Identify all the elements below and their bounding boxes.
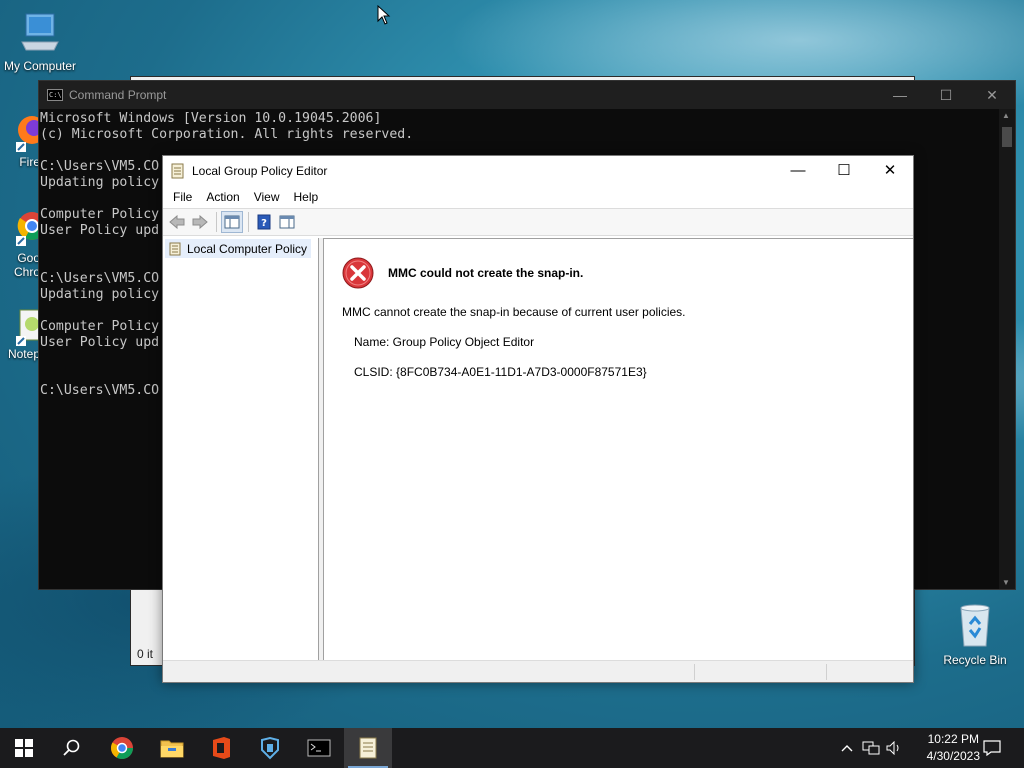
- desktop-icon-recycle-bin[interactable]: Recycle Bin: [935, 602, 1015, 667]
- status-divider: [694, 664, 695, 680]
- taskbar-office[interactable]: [197, 728, 245, 768]
- terminal-icon: [307, 739, 331, 757]
- taskbar-clock[interactable]: 10:22 PM 4/30/2023: [927, 731, 980, 765]
- forward-arrow-icon[interactable]: [189, 211, 211, 233]
- search-button[interactable]: [48, 728, 96, 768]
- cmd-app-icon: C:\: [47, 89, 63, 101]
- desktop-icon-label: My Computer: [3, 59, 77, 73]
- clock-date: 4/30/2023: [926, 749, 980, 763]
- back-arrow-icon[interactable]: [166, 211, 188, 233]
- chrome-icon: [14, 206, 46, 249]
- recycle-bin-icon: [935, 602, 1015, 651]
- error-title: MMC could not create the snap-in.: [388, 266, 584, 280]
- volume-icon[interactable]: [884, 728, 904, 768]
- help-icon[interactable]: ?: [253, 211, 275, 233]
- taskbar: 10:22 PM 4/30/2023: [0, 728, 1024, 768]
- mouse-cursor-icon: [377, 5, 391, 25]
- desktop-icon-my-computer[interactable]: My Computer: [0, 10, 80, 73]
- desktop-icon-firefox[interactable]: Fire: [0, 112, 46, 169]
- notepad-icon: [14, 306, 43, 349]
- snapin-clsid: CLSID: {8FC0B734-A0E1-11D1-A7D3-0000F875…: [354, 365, 647, 379]
- office-icon: [213, 737, 230, 759]
- desktop-icon-label: Notep: [7, 347, 40, 361]
- tree-item-label: Local Computer Policy: [187, 241, 308, 256]
- desktop-icon-label: Recycle Bin: [943, 653, 1007, 667]
- close-button[interactable]: ✕: [969, 81, 1015, 109]
- error-message: MMC cannot create the snap-in because of…: [342, 305, 686, 319]
- maximize-button[interactable]: ☐: [923, 81, 969, 109]
- tree-item-local-computer-policy[interactable]: Local Computer Policy: [165, 239, 312, 258]
- chrome-icon: [111, 737, 133, 759]
- error-icon: [342, 257, 374, 289]
- policy-doc-icon: [359, 737, 377, 759]
- toolbar: ?: [163, 208, 913, 236]
- explorer-status-text: 0 it: [137, 647, 154, 661]
- policy-doc-icon: [171, 163, 184, 179]
- menu-view[interactable]: View: [247, 190, 287, 204]
- cmd-title-text: Command Prompt: [69, 88, 167, 102]
- menu-file[interactable]: File: [166, 190, 199, 204]
- group-policy-editor-window[interactable]: Local Group Policy Editor — ☐ ✕ File Act…: [162, 155, 914, 683]
- policy-doc-icon: [169, 242, 181, 255]
- result-pane: MMC could not create the snap-in. MMC ca…: [323, 238, 913, 660]
- error-header: MMC could not create the snap-in.: [342, 257, 583, 289]
- clock-time: 10:22 PM: [927, 732, 979, 746]
- scroll-up-arrow-icon[interactable]: ▲: [1002, 111, 1010, 120]
- show-hidden-icons-chevron-icon[interactable]: [838, 728, 856, 768]
- search-icon: [63, 739, 80, 756]
- start-button[interactable]: [0, 728, 48, 768]
- cmd-scrollbar[interactable]: ▲ ▼: [999, 109, 1015, 589]
- network-icon[interactable]: [860, 728, 882, 768]
- taskbar-command-prompt[interactable]: [295, 728, 343, 768]
- toolbar-separator: [216, 212, 217, 232]
- maximize-button[interactable]: ☐: [821, 156, 867, 186]
- minimize-button[interactable]: —: [877, 81, 923, 109]
- taskbar-group-policy-editor[interactable]: [344, 728, 392, 768]
- gpe-titlebar[interactable]: Local Group Policy Editor — ☐ ✕: [163, 156, 913, 186]
- scrollbar-thumb[interactable]: [1002, 127, 1012, 147]
- windows-logo-icon: [15, 739, 33, 757]
- scroll-down-arrow-icon[interactable]: ▼: [1002, 578, 1010, 587]
- svg-text:?: ?: [261, 218, 267, 229]
- taskbar-chrome[interactable]: [98, 728, 146, 768]
- snapin-name: Name: Group Policy Object Editor: [354, 335, 535, 349]
- desktop-icon-label: Fire: [19, 155, 40, 169]
- cmd-line: Microsoft Windows [Version 10.0.19045.20…: [40, 111, 382, 126]
- menu-action[interactable]: Action: [199, 190, 246, 204]
- status-divider: [826, 664, 827, 680]
- taskbar-file-explorer[interactable]: [148, 728, 196, 768]
- toolbar-separator: [248, 212, 249, 232]
- show-hide-action-pane-icon[interactable]: [276, 211, 298, 233]
- minimize-button[interactable]: —: [775, 156, 821, 186]
- status-bar: [163, 660, 913, 682]
- menu-help[interactable]: Help: [287, 190, 326, 204]
- notifications-icon[interactable]: [978, 728, 1006, 768]
- folder-icon: [160, 740, 184, 758]
- taskbar-azure-data-studio[interactable]: [246, 728, 294, 768]
- show-hide-console-tree-icon[interactable]: [221, 211, 243, 233]
- firefox-icon: [14, 112, 46, 155]
- close-button[interactable]: ✕: [867, 156, 913, 186]
- console-tree-pane[interactable]: Local Computer Policy: [163, 238, 319, 660]
- desktop-icon-chrome[interactable]: Goo Chro: [0, 206, 46, 279]
- desktop-icon-label: Goo Chro: [13, 251, 40, 279]
- computer-icon: [0, 10, 80, 57]
- cmd-titlebar[interactable]: C:\ Command Prompt — ☐ ✕: [39, 81, 1015, 109]
- gpe-title-text: Local Group Policy Editor: [192, 164, 328, 178]
- app-icon: [261, 736, 279, 760]
- panes: Local Computer Policy MMC could not crea…: [163, 238, 913, 660]
- cmd-line: (c) Microsoft Corporation. All rights re…: [40, 127, 414, 142]
- menu-bar: File Action View Help: [163, 186, 913, 208]
- desktop-icon-notepad[interactable]: Notep: [0, 306, 43, 361]
